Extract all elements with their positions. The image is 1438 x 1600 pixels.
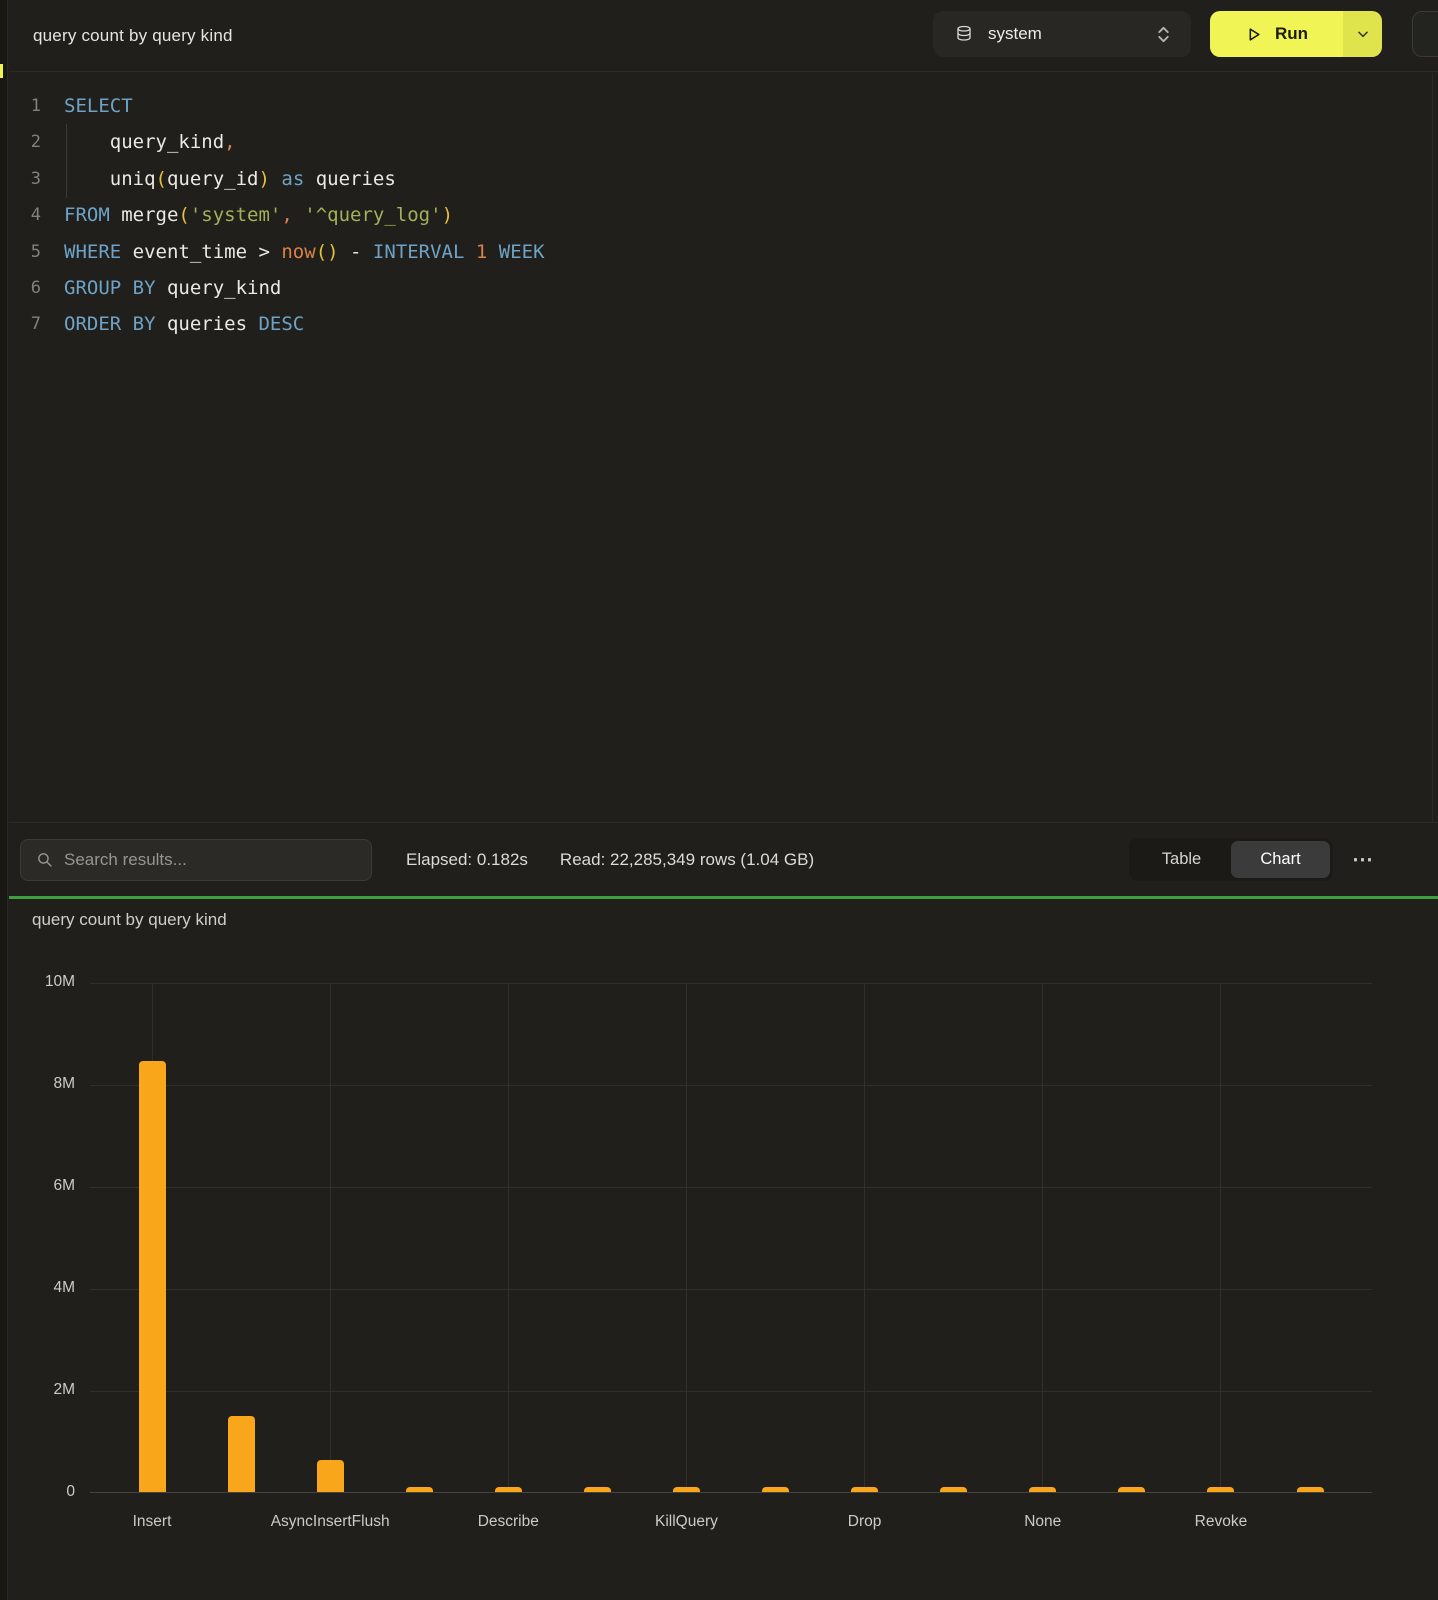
code-text: query_kind, bbox=[64, 124, 236, 160]
code-line-1: 1 SELECT bbox=[9, 88, 1438, 124]
code-text: WHERE event_time > now() - INTERVAL 1 WE… bbox=[64, 234, 545, 270]
gridline-x-Drop bbox=[864, 983, 865, 1492]
bar-Drop[interactable] bbox=[851, 1487, 878, 1492]
x-axis-tick-Drop: Drop bbox=[780, 1513, 950, 1531]
code-text: ORDER BY queries DESC bbox=[64, 306, 304, 342]
line-number: 7 bbox=[9, 306, 41, 342]
gridline-x-None bbox=[1042, 983, 1043, 1492]
code-line-6: 6 GROUP BY query_kind bbox=[9, 270, 1438, 306]
line-number: 1 bbox=[9, 88, 41, 124]
bar-unlabeled-3[interactable] bbox=[406, 1487, 433, 1492]
table-view-button[interactable]: Table bbox=[1132, 841, 1231, 878]
run-options-button[interactable] bbox=[1343, 11, 1382, 57]
top-toolbar: query count by query kind system bbox=[9, 0, 1438, 72]
gridline-y-2M bbox=[90, 1391, 1372, 1392]
line-number: 6 bbox=[9, 270, 41, 306]
query-title: query count by query kind bbox=[33, 26, 233, 46]
elapsed-stat: Elapsed: 0.182s bbox=[406, 850, 528, 870]
unfold-icon bbox=[1156, 25, 1171, 44]
toolbar-actions: system Run bbox=[933, 11, 1382, 57]
query-console: query count by query kind system bbox=[0, 0, 1438, 1600]
y-axis-tick-2M: 2M bbox=[9, 1381, 75, 1399]
bar-unlabeled-1[interactable] bbox=[228, 1416, 255, 1493]
database-selector[interactable]: system bbox=[933, 11, 1191, 57]
chart-title: query count by query kind bbox=[32, 910, 227, 930]
search-results-input[interactable] bbox=[64, 850, 359, 870]
run-button-label: Run bbox=[1275, 24, 1308, 44]
left-panel-edge bbox=[0, 0, 8, 1600]
bar-None[interactable] bbox=[1029, 1487, 1056, 1492]
bar-Describe[interactable] bbox=[495, 1487, 522, 1492]
bar-unlabeled-5[interactable] bbox=[584, 1487, 611, 1492]
format-query-button[interactable] bbox=[1412, 11, 1438, 57]
database-selector-value: system bbox=[988, 24, 1141, 44]
left-accent-mark bbox=[0, 64, 3, 78]
line-number: 2 bbox=[9, 124, 41, 160]
code-text: FROM merge('system', '^query_log') bbox=[64, 197, 453, 233]
bar-AsyncInsertFlush[interactable] bbox=[317, 1460, 344, 1492]
gridline-x-AsyncInsertFlush bbox=[330, 983, 331, 1492]
bar-unlabeled-7[interactable] bbox=[762, 1487, 789, 1492]
y-axis-tick-4M: 4M bbox=[9, 1279, 75, 1297]
play-icon bbox=[1245, 26, 1262, 43]
line-number: 5 bbox=[9, 234, 41, 270]
read-stat: Read: 22,285,349 rows (1.04 GB) bbox=[560, 850, 814, 870]
bar-Insert[interactable] bbox=[139, 1061, 166, 1492]
code-text: SELECT bbox=[64, 88, 133, 124]
gridline-x-KillQuery bbox=[686, 983, 687, 1492]
chart-plot bbox=[90, 983, 1372, 1493]
chart-panel: query count by query kind 0 2M 4M 6M 8M 10M In… bbox=[9, 899, 1438, 1600]
bar-unlabeled-9[interactable] bbox=[940, 1487, 967, 1492]
run-split-button: Run bbox=[1210, 11, 1382, 57]
gridline-y-10M bbox=[90, 983, 1372, 984]
x-axis-tick-Revoke: Revoke bbox=[1136, 1513, 1306, 1531]
x-axis-tick-Describe: Describe bbox=[423, 1513, 593, 1531]
line-number: 3 bbox=[9, 161, 41, 197]
x-axis-tick-KillQuery: KillQuery bbox=[601, 1513, 771, 1531]
bar-unlabeled-13[interactable] bbox=[1297, 1487, 1324, 1492]
database-icon bbox=[955, 25, 973, 43]
gridline-x-Describe bbox=[508, 983, 509, 1492]
search-results-box bbox=[20, 839, 372, 881]
view-toggle: Table Chart bbox=[1129, 838, 1333, 881]
run-button[interactable]: Run bbox=[1210, 11, 1343, 57]
chevron-down-icon bbox=[1356, 27, 1370, 41]
query-stats: Elapsed: 0.182s Read: 22,285,349 rows (1… bbox=[406, 850, 814, 870]
bar-unlabeled-11[interactable] bbox=[1118, 1487, 1145, 1492]
y-axis-tick-10M: 10M bbox=[9, 973, 75, 991]
code-text: GROUP BY query_kind bbox=[64, 270, 281, 306]
results-toolbar: Elapsed: 0.182s Read: 22,285,349 rows (1… bbox=[9, 822, 1438, 896]
indent-guide bbox=[66, 124, 67, 198]
gridline-y-4M bbox=[90, 1289, 1372, 1290]
x-axis-tick-Insert: Insert bbox=[67, 1513, 237, 1531]
gridline-x-Revoke bbox=[1220, 983, 1221, 1492]
x-axis-tick-None: None bbox=[958, 1513, 1128, 1531]
gridline-y-8M bbox=[90, 1085, 1372, 1086]
chart-view-button[interactable]: Chart bbox=[1231, 841, 1330, 878]
y-axis-tick-6M: 6M bbox=[9, 1177, 75, 1195]
more-options-button[interactable]: ⋯ bbox=[1343, 839, 1383, 881]
code-text: uniq(query_id) as queries bbox=[64, 161, 396, 197]
code-line-7: 7 ORDER BY queries DESC bbox=[9, 306, 1438, 342]
gridline-y-6M bbox=[90, 1187, 1372, 1188]
line-number: 4 bbox=[9, 197, 41, 233]
code-line-4: 4 FROM merge('system', '^query_log') bbox=[9, 197, 1438, 233]
bar-Revoke[interactable] bbox=[1207, 1487, 1234, 1492]
code-line-3: 3 uniq(query_id) as queries bbox=[9, 161, 1438, 197]
code-line-5: 5 WHERE event_time > now() - INTERVAL 1 W… bbox=[9, 234, 1438, 270]
code-line-2: 2 query_kind, bbox=[9, 124, 1438, 160]
editor-scroll-track[interactable] bbox=[1432, 73, 1433, 822]
y-axis-tick-8M: 8M bbox=[9, 1075, 75, 1093]
bar-KillQuery[interactable] bbox=[673, 1487, 700, 1492]
y-axis-tick-0: 0 bbox=[9, 1483, 75, 1501]
sql-editor[interactable]: 1SELECT2 query_kind,3 uniq(query_id) as … bbox=[9, 73, 1438, 822]
search-icon bbox=[36, 851, 53, 868]
x-axis-tick-AsyncInsertFlush: AsyncInsertFlush bbox=[245, 1513, 415, 1531]
code-lines: 1SELECT2 query_kind,3 uniq(query_id) as … bbox=[9, 88, 1438, 343]
